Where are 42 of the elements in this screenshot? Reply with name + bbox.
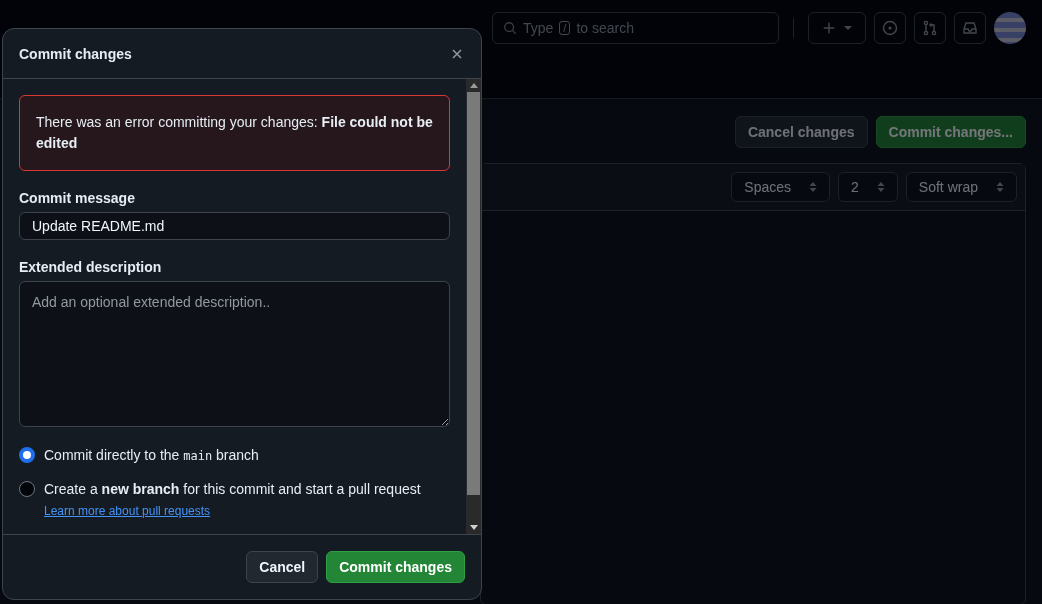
search-placeholder: to search — [576, 20, 634, 36]
caret-icon — [844, 25, 853, 31]
shortcut-key: / — [559, 21, 571, 35]
scroll-down-icon — [469, 525, 478, 530]
branch-name: main — [183, 449, 213, 463]
editor-select[interactable]: Soft wrap — [905, 172, 1017, 202]
issue-circle-icon — [882, 20, 899, 36]
scroll-up-icon — [469, 83, 478, 88]
create-new-button[interactable] — [808, 12, 867, 44]
avatar[interactable] — [994, 12, 1026, 44]
pull-request-icon — [922, 20, 939, 36]
sort-arrows-icon — [996, 181, 1004, 193]
learn-more-link[interactable]: Learn more about pull requests — [44, 504, 211, 518]
field-label: Extended description — [19, 258, 163, 275]
search-placeholder: Type — [523, 20, 554, 36]
search-field[interactable]: Type / to search — [492, 12, 780, 44]
page-action-button[interactable]: Commit changes... — [875, 116, 1026, 148]
commit-message-field[interactable]: Update README.md — [19, 212, 450, 240]
close-icon — [451, 47, 463, 60]
sort-arrows-icon — [876, 181, 885, 193]
sort-arrows-icon — [809, 181, 818, 193]
option-label: branch — [216, 447, 259, 463]
radio-button[interactable] — [19, 447, 35, 463]
radio-button[interactable] — [19, 481, 35, 497]
pull-requests-button[interactable] — [914, 12, 947, 44]
dialog-button[interactable]: Cancel — [246, 551, 319, 583]
description-field[interactable]: Add an optional extended description.. — [19, 280, 450, 427]
inbox-button[interactable] — [954, 12, 987, 44]
dialog-title: Commit changes — [19, 45, 132, 62]
search-icon — [503, 21, 517, 35]
option-label: Commit directly to the — [44, 447, 180, 463]
field-label: Commit message — [19, 190, 136, 206]
scrollbar[interactable] — [466, 79, 481, 534]
dialog-button[interactable]: Commit changes — [326, 551, 465, 583]
option-label: Create a new branch for this commit and start a pull request — [44, 481, 421, 497]
error-message: There was an error committing your changes: File could not be edited — [19, 95, 450, 171]
inbox-icon — [962, 20, 979, 36]
issues-button[interactable] — [874, 12, 907, 44]
plus-icon — [822, 21, 837, 35]
page-action-button[interactable]: Cancel changes — [734, 116, 868, 148]
editor-select[interactable]: Spaces — [731, 172, 831, 202]
editor-select[interactable]: 2 — [838, 172, 898, 202]
